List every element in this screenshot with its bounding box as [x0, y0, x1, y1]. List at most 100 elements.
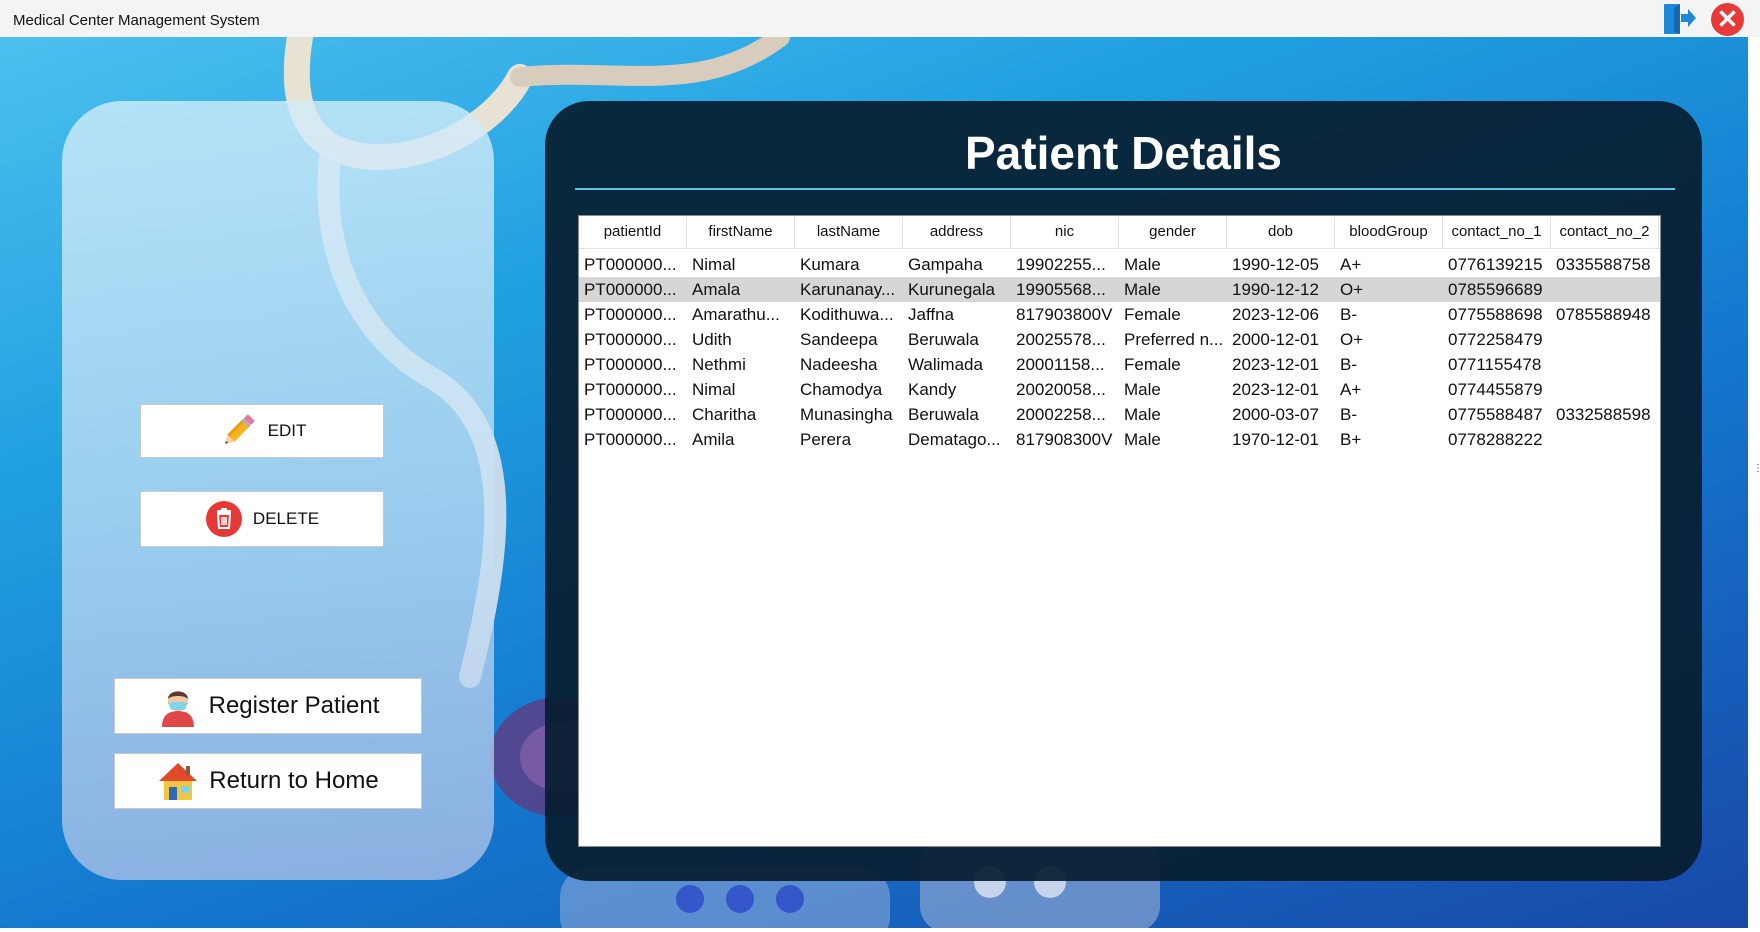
resize-grip: ⋮ [1753, 463, 1760, 474]
table-cell-patientId: PT000000... [584, 405, 677, 424]
edit-button[interactable]: EDIT [140, 404, 384, 458]
delete-button-label: DELETE [252, 509, 320, 528]
title-divider [575, 188, 1675, 190]
register-patient-button[interactable]: Register Patient [114, 678, 422, 734]
table-row[interactable]: PT000000... Udith Sandeepa Beruwala 20025578… [579, 327, 1660, 352]
masked-person-icon [161, 691, 194, 727]
table-header: patientId firstName lastName address nic gend… [579, 216, 1660, 249]
table-cell-patientId: PT000000... [584, 305, 677, 324]
table-cell-dob: 1990-12-05 [1232, 255, 1319, 274]
table-cell-lastName: Munasingha [800, 405, 893, 424]
table-cell-bloodGroup: B- [1340, 405, 1357, 424]
table-cell-address: Jaffna [908, 305, 955, 324]
table-cell-gender: Male [1124, 255, 1161, 274]
table-cell-nic: 19905568... [1016, 280, 1106, 299]
table-cell-firstName: Charitha [692, 405, 757, 424]
column-header-patientId[interactable]: patientId [579, 216, 687, 248]
table-cell-address: Walimada [908, 355, 983, 374]
return-home-button[interactable]: Return to Home [114, 753, 422, 809]
table-cell-dob: 1990-12-12 [1232, 280, 1319, 299]
column-header-nic[interactable]: nic [1011, 216, 1119, 248]
window-title: Medical Center Management System [13, 12, 260, 29]
table-cell-bloodGroup: O+ [1340, 280, 1364, 299]
table-row[interactable]: PT000000... Nimal Kumara Gampaha 19902255...… [579, 252, 1660, 277]
table-cell-bloodGroup: A+ [1340, 380, 1362, 399]
table-cell-contact_no_2 [1551, 427, 1659, 452]
table-cell-firstName: Amarathu... [692, 305, 780, 324]
table-cell-patientId: PT000000... [584, 430, 677, 449]
register-patient-label: Register Patient [208, 692, 380, 719]
column-header-contact_no_1[interactable]: contact_no_1 [1443, 216, 1551, 248]
table-cell-firstName: Nimal [692, 380, 736, 399]
table-row[interactable]: PT000000... Amala Karunanay... Kurunegala 19… [579, 277, 1660, 302]
table-cell-firstName: Nimal [692, 255, 736, 274]
table-cell-firstName: Nethmi [692, 355, 746, 374]
table-row[interactable]: PT000000... Charitha Munasingha Beruwala 200… [579, 402, 1660, 427]
table-cell-contact_no_2 [1551, 327, 1659, 352]
table-cell-dob: 2023-12-06 [1232, 305, 1319, 324]
table-cell-lastName: Kodithuwa... [800, 305, 894, 324]
table-cell-address: Beruwala [908, 405, 979, 424]
table-cell-firstName: Udith [692, 330, 732, 349]
edit-button-label: EDIT [267, 421, 307, 440]
table-cell-address: Dematago... [908, 430, 1001, 449]
delete-button[interactable]: DELETE [140, 491, 384, 547]
column-header-lastName[interactable]: lastName [795, 216, 903, 248]
table-cell-contact_no_1: 0775588698 [1448, 305, 1543, 324]
table-cell-nic: 817903800V [1016, 305, 1113, 324]
table-row[interactable]: PT000000... Nimal Chamodya Kandy 20020058...… [579, 377, 1660, 402]
table-cell-lastName: Chamodya [800, 380, 883, 399]
table-row[interactable]: PT000000... Amarathu... Kodithuwa... Jaffna… [579, 302, 1660, 327]
table-cell-contact_no_1: 0772258479 [1448, 330, 1543, 349]
table-cell-gender: Male [1124, 280, 1161, 299]
table-cell-nic: 20020058... [1016, 380, 1106, 399]
table-cell-contact_no_2 [1551, 377, 1659, 402]
table-cell-contact_no_1: 0776139215 [1448, 255, 1543, 274]
table-cell-contact_no_1: 0785596689 [1448, 280, 1543, 299]
column-header-gender[interactable]: gender [1119, 216, 1227, 248]
column-header-contact_no_2[interactable]: contact_no_2 [1551, 216, 1659, 248]
table-cell-bloodGroup: O+ [1340, 330, 1364, 349]
table-cell-nic: 20002258... [1016, 405, 1106, 424]
column-header-address[interactable]: address [903, 216, 1011, 248]
column-header-firstName[interactable]: firstName [687, 216, 795, 248]
table-cell-gender: Male [1124, 380, 1161, 399]
table-row[interactable]: PT000000... Amila Perera Dematago... 8179083… [579, 427, 1660, 452]
window-bottom-edge [0, 928, 1748, 932]
window-edge [1748, 37, 1760, 932]
logout-icon[interactable] [1660, 2, 1698, 36]
table-cell-contact_no_2 [1551, 352, 1659, 377]
table-cell-nic: 20025578... [1016, 330, 1106, 349]
table-cell-lastName: Perera [800, 430, 852, 449]
title-bar: Medical Center Management System ✕ [0, 0, 1760, 37]
table-cell-patientId: PT000000... [584, 280, 677, 299]
table-cell-contact_no_2 [1551, 277, 1659, 302]
table-cell-dob: 2000-03-07 [1232, 405, 1319, 424]
table-cell-dob: 1970-12-01 [1232, 430, 1319, 449]
table-cell-lastName: Nadeesha [800, 355, 878, 374]
table-cell-gender: Preferred n... [1124, 330, 1224, 349]
table-cell-patientId: PT000000... [584, 380, 677, 399]
table-cell-address: Kandy [908, 380, 957, 399]
table-cell-gender: Male [1124, 430, 1161, 449]
column-header-dob[interactable]: dob [1227, 216, 1335, 248]
table-cell-bloodGroup: B- [1340, 305, 1357, 324]
table-row[interactable]: PT000000... Nethmi Nadeesha Walimada 2000115… [579, 352, 1660, 377]
table-cell-lastName: Sandeepa [800, 330, 878, 349]
page-title: Patient Details [965, 127, 1282, 179]
table-cell-bloodGroup: B+ [1340, 430, 1362, 449]
trash-icon [205, 501, 242, 537]
close-icon[interactable]: ✕ [1711, 3, 1744, 36]
table-cell-contact_no_1: 0771155478 [1448, 355, 1542, 374]
table-cell-address: Beruwala [908, 330, 979, 349]
house-icon [159, 763, 198, 800]
pencil-icon [224, 414, 254, 444]
table-cell-nic: 817908300V [1016, 430, 1113, 449]
table-cell-nic: 20001158... [1016, 355, 1105, 374]
patient-table[interactable]: patientId firstName lastName address nic gend… [578, 215, 1661, 847]
table-cell-contact_no_1: 0774455879 [1448, 380, 1543, 399]
column-header-bloodGroup[interactable]: bloodGroup [1335, 216, 1443, 248]
table-cell-nic: 19902255... [1016, 255, 1106, 274]
table-cell-contact_no_2: 0332588598 [1556, 405, 1651, 424]
table-cell-address: Gampaha [908, 255, 983, 274]
